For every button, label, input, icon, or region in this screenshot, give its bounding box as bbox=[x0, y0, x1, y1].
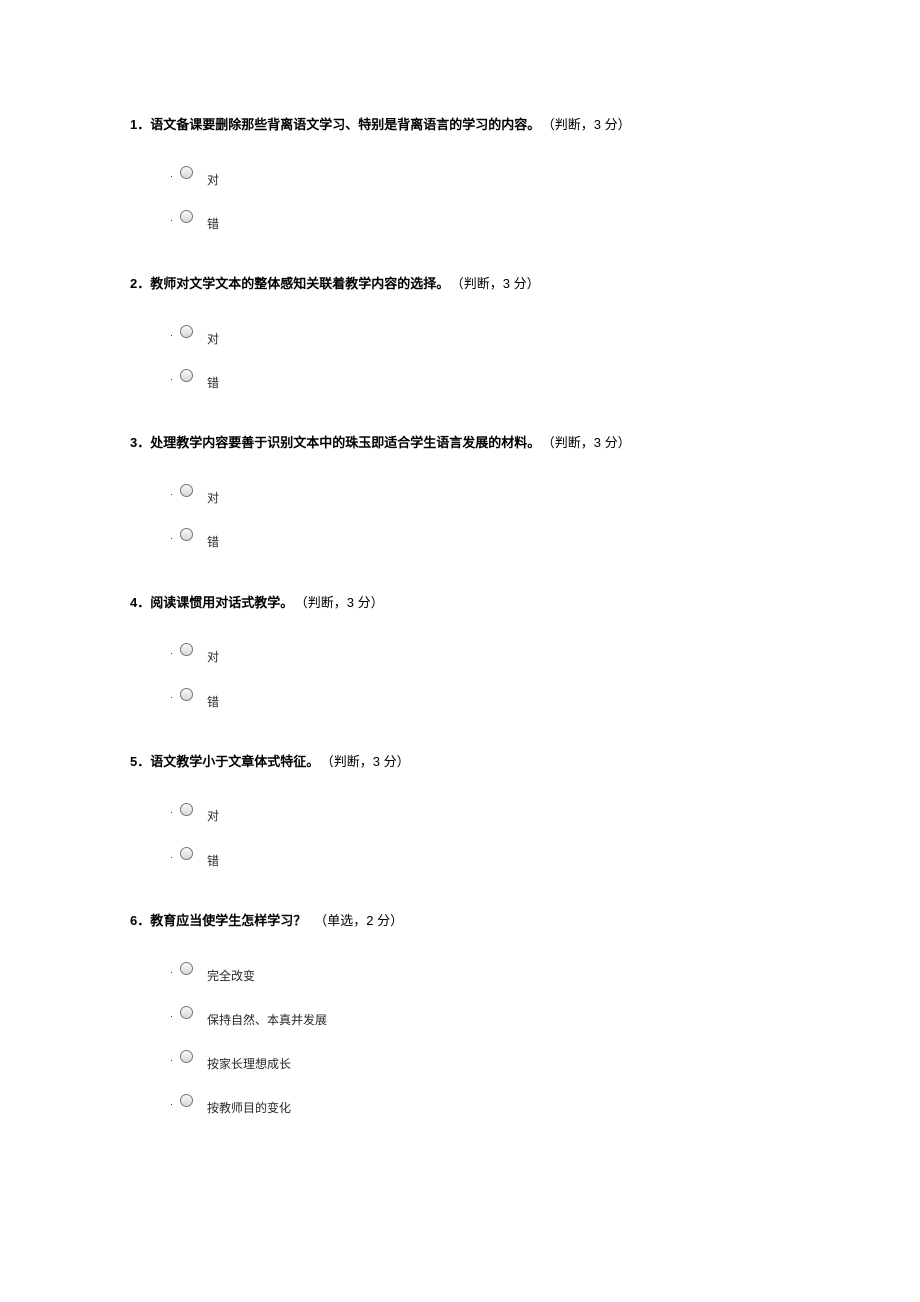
question-number: 6． bbox=[130, 913, 150, 928]
option-item: 错 bbox=[180, 847, 790, 866]
quiz-container: 1．语文备课要删除那些背离语文学习、特别是背离语言的学习的内容。 （判断，3 分）… bbox=[130, 115, 790, 1113]
question-5: 5．语文教学小于文章体式特征。（判断，3 分）对错 bbox=[130, 752, 790, 866]
option-item: 保持自然、本真并发展 bbox=[180, 1006, 790, 1025]
radio-icon[interactable] bbox=[180, 1094, 193, 1107]
option-item: 对 bbox=[180, 325, 790, 344]
option-label: 按教师目的变化 bbox=[207, 1099, 291, 1118]
question-title: 6．教育应当使学生怎样学习？ （单选，2 分） bbox=[130, 911, 790, 932]
question-text: 阅读课惯用对话式教学。 bbox=[150, 595, 293, 610]
question-meta: （判断，3 分） bbox=[327, 754, 409, 769]
option-item: 对 bbox=[180, 166, 790, 185]
question-meta: （判断，3 分） bbox=[301, 595, 383, 610]
options-list: 对错 bbox=[130, 643, 790, 706]
question-4: 4．阅读课惯用对话式教学。（判断，3 分）对错 bbox=[130, 593, 790, 707]
question-2: 2．教师对文学文本的整体感知关联着教学内容的选择。（判断，3 分）对错 bbox=[130, 274, 790, 388]
option-item: 对 bbox=[180, 802, 790, 821]
question-meta: （判断，3 分） bbox=[457, 276, 539, 291]
radio-icon[interactable] bbox=[180, 1050, 193, 1063]
question-meta: （判断，3 分） bbox=[548, 435, 630, 450]
question-1: 1．语文备课要删除那些背离语文学习、特别是背离语言的学习的内容。 （判断，3 分）… bbox=[130, 115, 790, 229]
question-number: 1． bbox=[130, 117, 150, 132]
option-item: 按家长理想成长 bbox=[180, 1050, 790, 1069]
option-label: 错 bbox=[207, 533, 219, 552]
option-label: 错 bbox=[207, 215, 219, 234]
options-list: 对错 bbox=[130, 484, 790, 547]
options-list: 对错 bbox=[130, 325, 790, 388]
option-label: 完全改变 bbox=[207, 967, 255, 986]
option-item: 错 bbox=[180, 688, 790, 707]
option-label: 错 bbox=[207, 374, 219, 393]
option-label: 对 bbox=[207, 330, 219, 349]
radio-icon[interactable] bbox=[180, 166, 193, 179]
option-item: 按教师目的变化 bbox=[180, 1094, 790, 1113]
option-item: 对 bbox=[180, 484, 790, 503]
option-label: 按家长理想成长 bbox=[207, 1055, 291, 1074]
radio-icon[interactable] bbox=[180, 643, 193, 656]
radio-icon[interactable] bbox=[180, 369, 193, 382]
question-meta: （判断，3 分） bbox=[548, 117, 630, 132]
question-title: 5．语文教学小于文章体式特征。 （判断，3 分） bbox=[130, 752, 790, 773]
question-text: 教师对文学文本的整体感知关联着教学内容的选择。 bbox=[150, 276, 449, 291]
radio-icon[interactable] bbox=[180, 210, 193, 223]
question-text: 语文备课要删除那些背离语文学习、特别是背离语言的学习的内容。 bbox=[150, 117, 540, 132]
option-item: 错 bbox=[180, 210, 790, 229]
question-text: 处理教学内容要善于识别文本中的珠玉即适合学生语言发展的材料。 bbox=[150, 435, 540, 450]
option-item: 错 bbox=[180, 528, 790, 547]
option-label: 对 bbox=[207, 807, 219, 826]
options-list: 对错 bbox=[130, 802, 790, 865]
question-title: 1．语文备课要删除那些背离语文学习、特别是背离语言的学习的内容。 （判断，3 分） bbox=[130, 115, 790, 136]
question-text: 教育应当使学生怎样学习？ bbox=[150, 913, 306, 928]
question-meta: （单选，2 分） bbox=[314, 913, 403, 928]
question-number: 5． bbox=[130, 754, 150, 769]
radio-icon[interactable] bbox=[180, 528, 193, 541]
option-item: 对 bbox=[180, 643, 790, 662]
option-item: 完全改变 bbox=[180, 962, 790, 981]
options-list: 完全改变保持自然、本真并发展按家长理想成长按教师目的变化 bbox=[130, 962, 790, 1114]
option-label: 保持自然、本真并发展 bbox=[207, 1011, 327, 1030]
option-label: 对 bbox=[207, 171, 219, 190]
question-title: 2．教师对文学文本的整体感知关联着教学内容的选择。 （判断，3 分） bbox=[130, 274, 790, 295]
options-list: 对错 bbox=[130, 166, 790, 229]
question-6: 6．教育应当使学生怎样学习？（单选，2 分）完全改变保持自然、本真并发展按家长理… bbox=[130, 911, 790, 1114]
question-title: 4．阅读课惯用对话式教学。 （判断，3 分） bbox=[130, 593, 790, 614]
radio-icon[interactable] bbox=[180, 962, 193, 975]
radio-icon[interactable] bbox=[180, 484, 193, 497]
radio-icon[interactable] bbox=[180, 325, 193, 338]
radio-icon[interactable] bbox=[180, 803, 193, 816]
option-label: 对 bbox=[207, 648, 219, 667]
option-item: 错 bbox=[180, 369, 790, 388]
question-number: 4． bbox=[130, 595, 150, 610]
question-text: 语文教学小于文章体式特征。 bbox=[150, 754, 319, 769]
radio-icon[interactable] bbox=[180, 847, 193, 860]
option-label: 错 bbox=[207, 693, 219, 712]
radio-icon[interactable] bbox=[180, 1006, 193, 1019]
question-3: 3．处理教学内容要善于识别文本中的珠玉即适合学生语言发展的材料。 （判断，3 分）… bbox=[130, 433, 790, 547]
option-label: 错 bbox=[207, 852, 219, 871]
question-title: 3．处理教学内容要善于识别文本中的珠玉即适合学生语言发展的材料。 （判断，3 分） bbox=[130, 433, 790, 454]
question-number: 3． bbox=[130, 435, 150, 450]
radio-icon[interactable] bbox=[180, 688, 193, 701]
question-number: 2． bbox=[130, 276, 150, 291]
option-label: 对 bbox=[207, 489, 219, 508]
